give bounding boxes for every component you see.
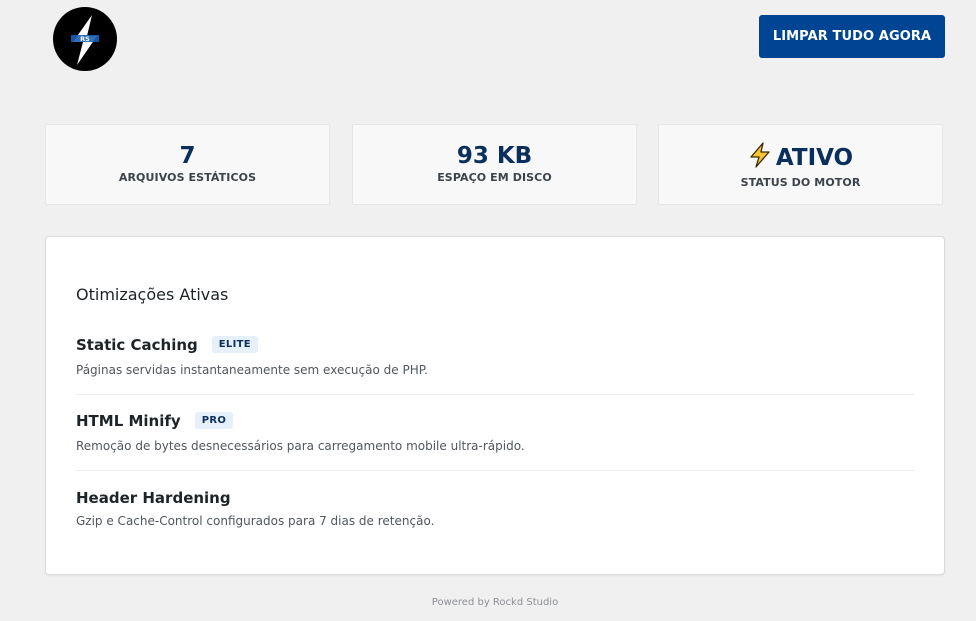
stat-value: 93 KB	[456, 143, 533, 169]
clear-all-button[interactable]: LIMPAR TUDO AGORA	[759, 15, 945, 58]
stat-label: ARQUIVOS ESTÁTICOS	[118, 171, 257, 184]
optimizations-card: Otimizações Ativas Static Caching ELITE P…	[45, 236, 945, 575]
optimization-item-html-minify: HTML Minify PRO Remoção de bytes desneces…	[76, 410, 914, 453]
engine-status-value: ATIVO	[775, 145, 854, 171]
tier-badge: PRO	[194, 412, 234, 429]
stat-label: ESPAÇO EM DISCO	[437, 171, 552, 184]
stat-static-files: 7 ARQUIVOS ESTÁTICOS	[45, 124, 330, 205]
optimization-item-header-hardening: Header Hardening Gzip e Cache-Control co…	[76, 487, 914, 528]
stat-engine-status: ATIVO STATUS DO MOTOR	[658, 124, 943, 205]
optimization-description: Remoção de bytes desnecessários para car…	[76, 438, 525, 453]
optimization-item-static-caching: Static Caching ELITE Páginas servidas ins…	[76, 334, 914, 377]
stat-disk-space: 93 KB ESPAÇO EM DISCO	[352, 124, 637, 205]
optimization-description: Páginas servidas instantaneamente sem ex…	[76, 362, 428, 377]
svg-text:RS: RS	[80, 35, 90, 43]
optimization-description: Gzip e Cache-Control configurados para 7…	[76, 513, 435, 528]
lightning-icon	[748, 142, 772, 175]
stat-value-row: ATIVO	[659, 142, 942, 175]
optimization-name: Static Caching	[76, 335, 198, 354]
stat-label: STATUS DO MOTOR	[740, 176, 861, 189]
optimizations-title: Otimizações Ativas	[76, 285, 229, 304]
optimization-name: Header Hardening	[76, 488, 231, 507]
tier-badge: ELITE	[211, 336, 258, 353]
footer-credit: Powered by Rockd Studio	[431, 597, 559, 608]
divider	[76, 394, 914, 395]
optimization-name: HTML Minify	[76, 411, 181, 430]
lightning-logo-icon: RS	[53, 7, 117, 71]
divider	[76, 470, 914, 471]
stat-value: 7	[179, 143, 196, 169]
